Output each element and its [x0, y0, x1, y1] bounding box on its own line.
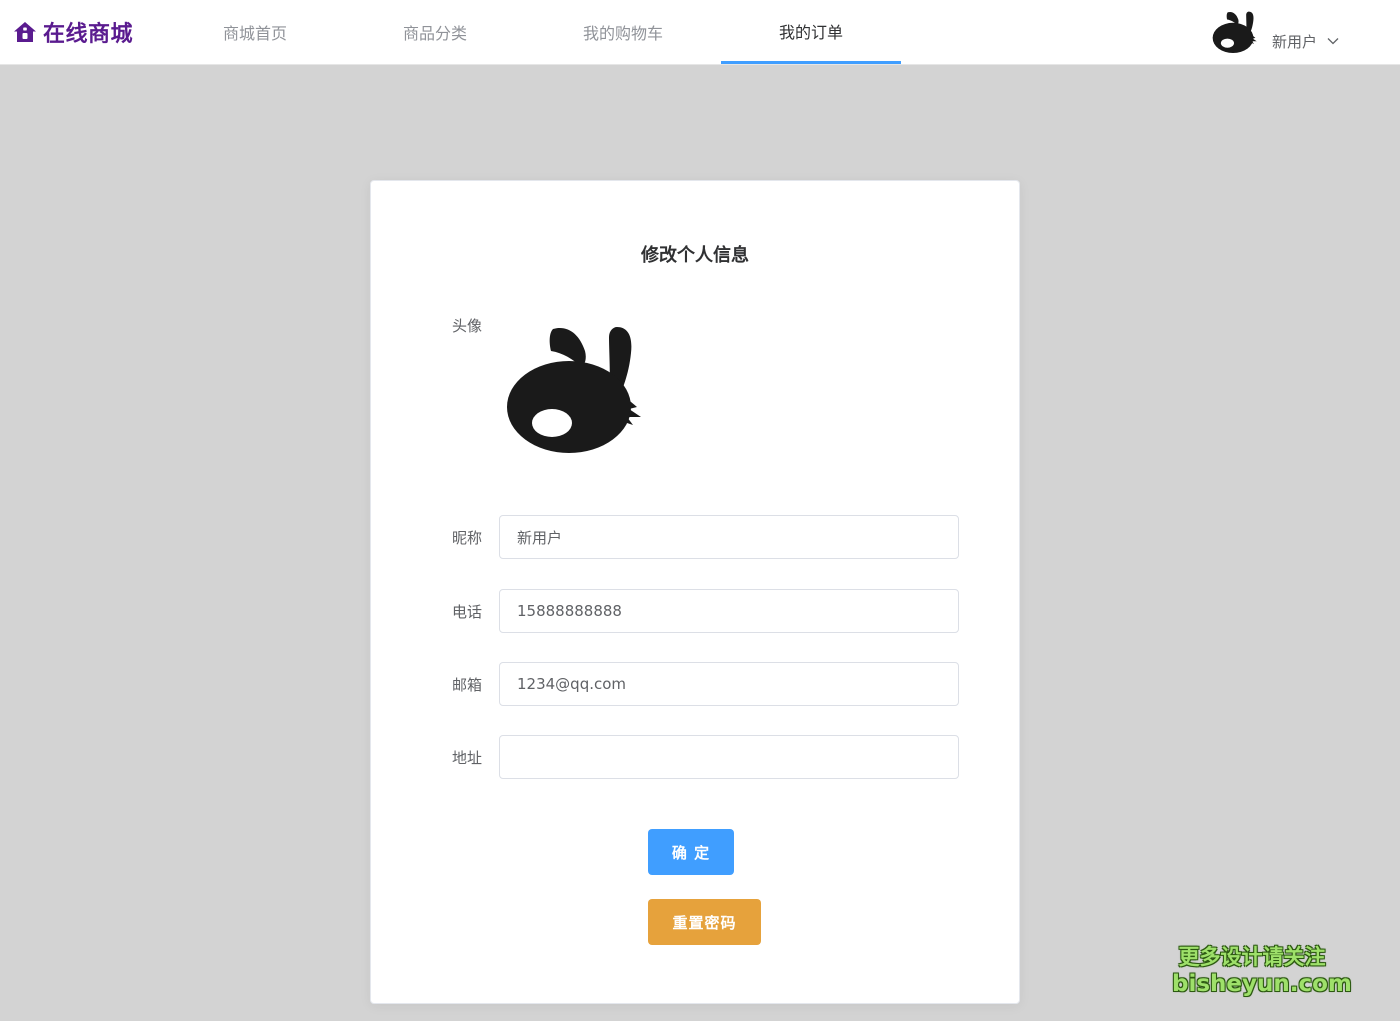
- avatar-label: 头像: [452, 317, 483, 335]
- page-title: 修改个人信息: [641, 245, 749, 266]
- watermark: 更多设计请关注 bisheyun.com: [1172, 944, 1352, 998]
- top-navbar: 在线商城 商城首页 商品分类 我的购物车 我的订单 新用户: [0, 0, 1400, 65]
- phone-input[interactable]: [499, 589, 959, 633]
- brand-title: 在线商城: [43, 22, 134, 47]
- user-name: 新用户: [1272, 32, 1318, 51]
- nav-tab-categories[interactable]: 商品分类: [345, 0, 525, 64]
- address-label: 地址: [452, 749, 483, 767]
- email-label: 邮箱: [452, 676, 483, 694]
- email-input[interactable]: [499, 662, 959, 706]
- profile-edit-card: 修改个人信息 头像 昵称 电话 邮箱 地址 确 定 重置密码: [370, 180, 1020, 1004]
- profile-avatar[interactable]: [505, 321, 645, 457]
- chevron-down-icon[interactable]: [1327, 35, 1339, 47]
- address-input[interactable]: [499, 735, 959, 779]
- phone-label: 电话: [452, 603, 483, 621]
- reset-password-button[interactable]: 重置密码: [648, 899, 761, 945]
- brand-logo[interactable]: 在线商城: [13, 16, 133, 48]
- nav-tab-orders[interactable]: 我的订单: [721, 0, 901, 64]
- rabbit-avatar-icon: [1212, 11, 1257, 54]
- watermark-line2: bisheyun.com: [1172, 971, 1352, 997]
- nickname-label: 昵称: [452, 529, 483, 547]
- home-icon: [14, 22, 36, 42]
- nickname-input[interactable]: [499, 515, 959, 559]
- confirm-button[interactable]: 确 定: [648, 829, 734, 875]
- nav-tab-home[interactable]: 商城首页: [165, 0, 345, 64]
- nav-tab-cart[interactable]: 我的购物车: [533, 0, 713, 64]
- user-menu[interactable]: 新用户: [1212, 8, 1339, 56]
- watermark-line1: 更多设计请关注: [1178, 945, 1326, 969]
